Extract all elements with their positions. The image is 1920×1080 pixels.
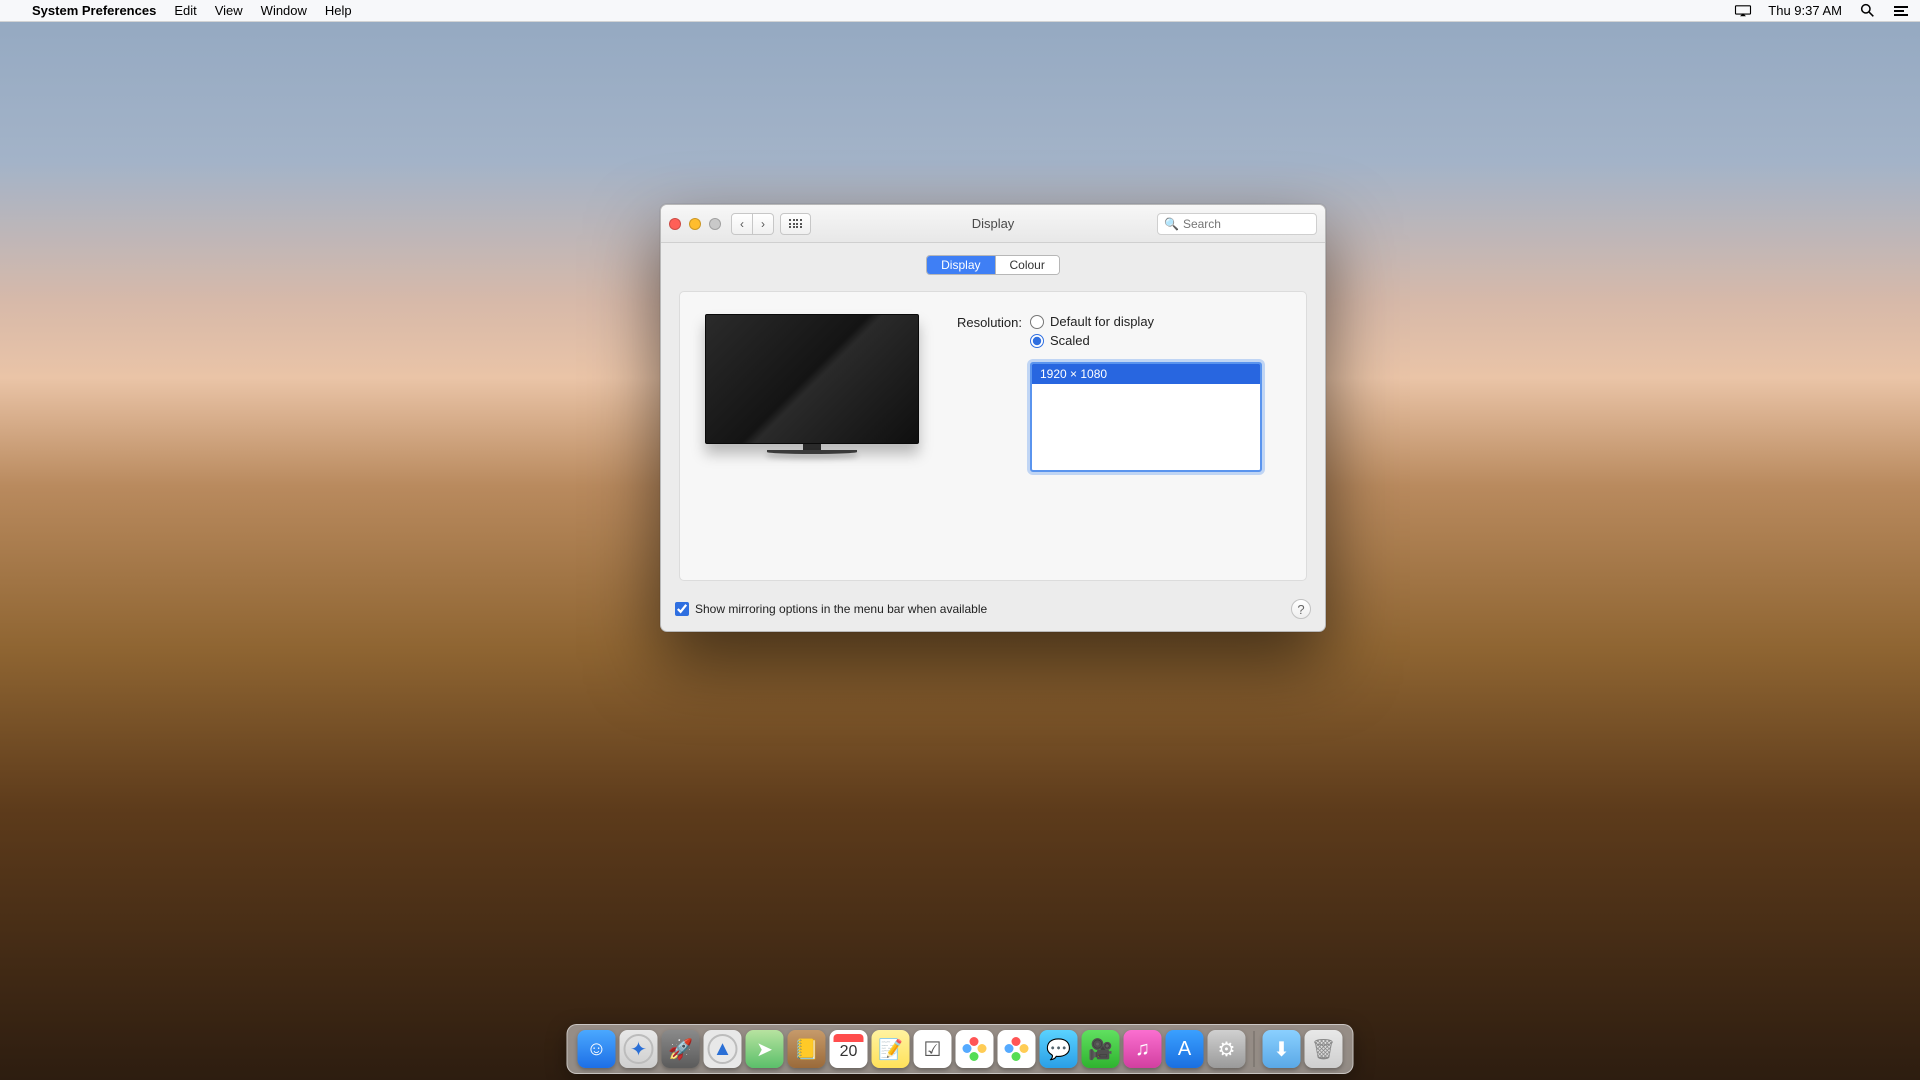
radio-scaled-input[interactable] <box>1030 334 1044 348</box>
minimize-button[interactable] <box>689 218 701 230</box>
dock-separator <box>1254 1031 1255 1067</box>
dock-safari-icon[interactable]: ▲ <box>704 1030 742 1068</box>
dock-system-preferences-icon[interactable]: ⚙ <box>1208 1030 1246 1068</box>
spotlight-icon[interactable] <box>1858 2 1876 20</box>
menu-help[interactable]: Help <box>325 3 352 18</box>
calendar-day: 20 <box>840 1043 858 1061</box>
airplay-icon[interactable] <box>1734 2 1752 20</box>
menu-edit[interactable]: Edit <box>174 3 196 18</box>
dock-preview-icon[interactable] <box>956 1030 994 1068</box>
mirroring-checkbox[interactable] <box>675 602 689 616</box>
menubar-clock[interactable]: Thu 9:37 AM <box>1768 3 1842 18</box>
dock-notes-icon[interactable]: 📝 <box>872 1030 910 1068</box>
search-input[interactable] <box>1183 217 1326 231</box>
resolution-label: Resolution: <box>946 314 1022 330</box>
mirroring-label: Show mirroring options in the menu bar w… <box>695 602 987 616</box>
monitor-screen-icon <box>705 314 919 444</box>
dock-finder-icon[interactable]: ☺ <box>578 1030 616 1068</box>
radio-default-for-display[interactable]: Default for display <box>1030 314 1262 329</box>
window-body: Display Colour Resolution: Default for d… <box>661 243 1325 591</box>
dock-photos-icon[interactable] <box>998 1030 1036 1068</box>
dock-maps-icon[interactable]: ➤ <box>746 1030 784 1068</box>
display-preferences-window: ‹ › Display 🔍 Display Colour <box>660 204 1326 632</box>
dock-appstore-icon[interactable]: A <box>1166 1030 1204 1068</box>
dock-downloads-icon[interactable]: ⬇ <box>1263 1030 1301 1068</box>
dock-facetime-icon[interactable]: 🎥 <box>1082 1030 1120 1068</box>
window-footer: Show mirroring options in the menu bar w… <box>661 591 1325 631</box>
search-field[interactable]: 🔍 <box>1157 213 1317 235</box>
help-icon: ? <box>1297 602 1304 617</box>
zoom-button <box>709 218 721 230</box>
dock-contacts-icon[interactable]: 📒 <box>788 1030 826 1068</box>
close-button[interactable] <box>669 218 681 230</box>
dock-launchpad-icon[interactable]: 🚀 <box>662 1030 700 1068</box>
radio-scaled[interactable]: Scaled <box>1030 333 1262 348</box>
grid-icon <box>789 219 802 228</box>
radio-default-input[interactable] <box>1030 315 1044 329</box>
window-titlebar[interactable]: ‹ › Display 🔍 <box>661 205 1325 243</box>
back-button[interactable]: ‹ <box>731 213 753 235</box>
forward-button[interactable]: › <box>753 213 774 235</box>
help-button[interactable]: ? <box>1291 599 1311 619</box>
notification-center-icon[interactable] <box>1892 2 1910 20</box>
show-all-button[interactable] <box>780 213 811 235</box>
tab-control: Display Colour <box>926 255 1060 275</box>
menu-bar: System Preferences Edit View Window Help… <box>0 0 1920 22</box>
radio-scaled-label: Scaled <box>1050 333 1090 348</box>
menu-view[interactable]: View <box>215 3 243 18</box>
dock-calendar-icon[interactable]: 20 <box>830 1030 868 1068</box>
search-icon: 🔍 <box>1164 217 1179 231</box>
tab-colour[interactable]: Colour <box>995 256 1059 274</box>
display-panel: Resolution: Default for display Scaled 1… <box>679 291 1307 581</box>
dock-messages-icon[interactable]: 💬 <box>1040 1030 1078 1068</box>
window-controls <box>669 218 721 230</box>
tab-display[interactable]: Display <box>927 256 994 274</box>
resolution-list[interactable]: 1920 × 1080 <box>1030 362 1262 472</box>
radio-default-label: Default for display <box>1050 314 1154 329</box>
monitor-illustration <box>704 314 920 556</box>
resolution-option[interactable]: 1920 × 1080 <box>1032 364 1260 384</box>
dock-dashboard-icon[interactable]: ✦ <box>620 1030 658 1068</box>
dock-trash-icon[interactable]: 🗑 <box>1305 1030 1343 1068</box>
app-menu[interactable]: System Preferences <box>32 3 156 18</box>
menu-window[interactable]: Window <box>261 3 307 18</box>
dock-reminders-icon[interactable]: ☑ <box>914 1030 952 1068</box>
dock-itunes-icon[interactable]: ♫ <box>1124 1030 1162 1068</box>
dock: ☺ ✦ 🚀 ▲ ➤ 📒 20 📝 ☑ 💬 🎥 ♫ A ⚙ ⬇ 🗑 <box>567 1024 1354 1074</box>
nav-back-forward: ‹ › <box>731 213 774 235</box>
